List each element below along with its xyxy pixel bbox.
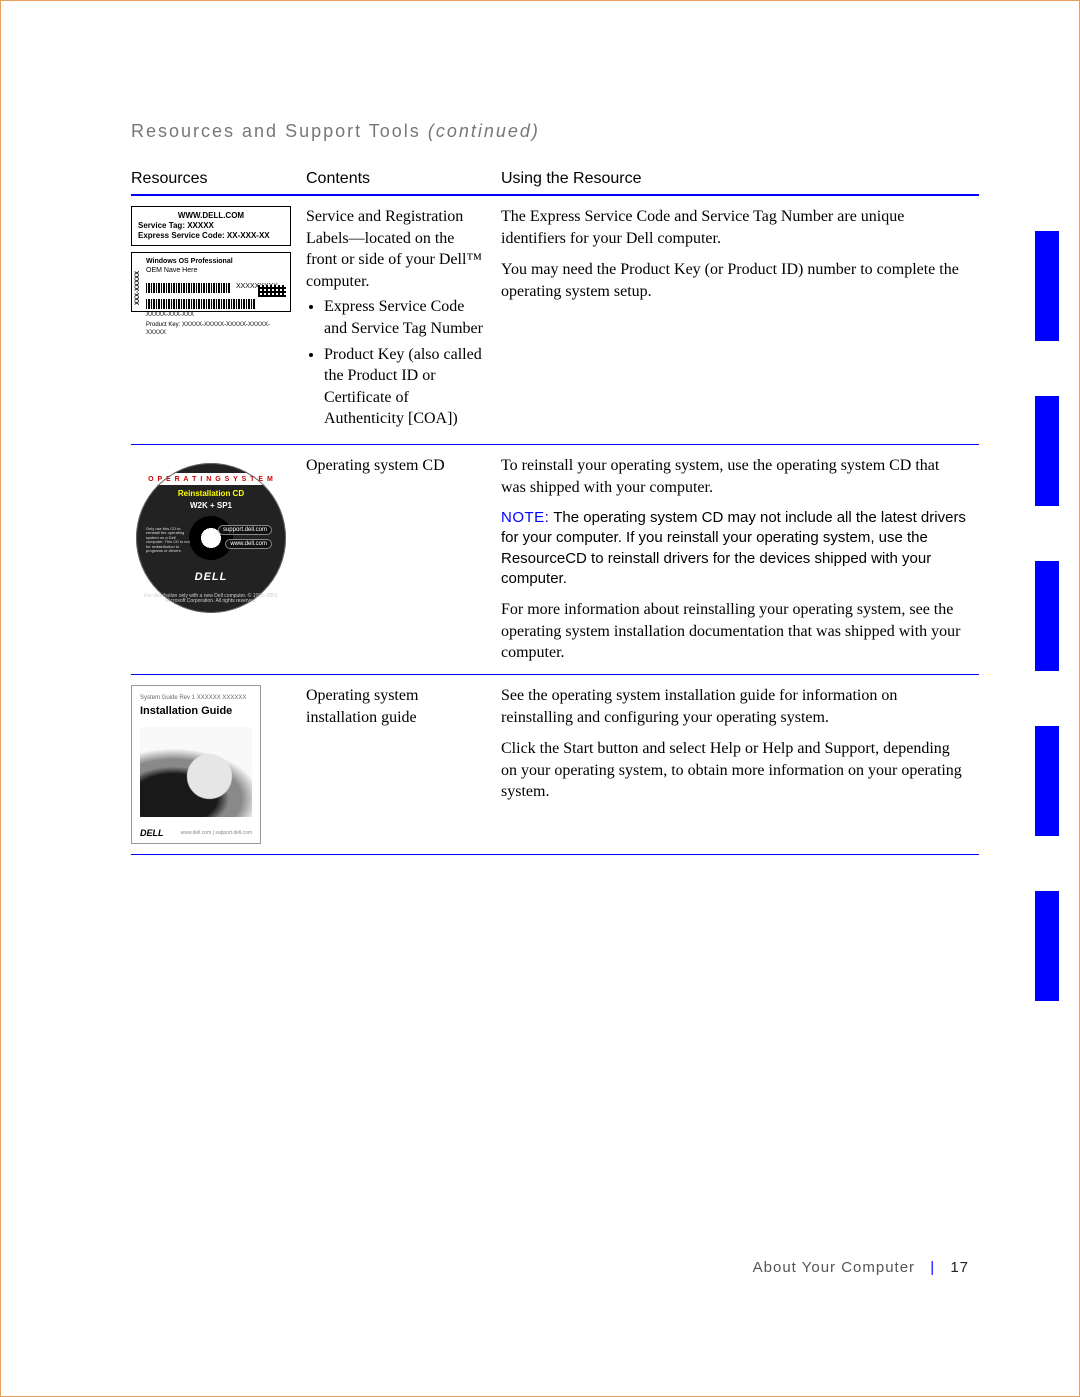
- using-text: For more information about reinstalling …: [501, 599, 967, 664]
- install-guide-graphic: System Guide Rev 1 XXXXXX XXXXXX Install…: [131, 685, 261, 844]
- resource-cell: System Guide Rev 1 XXXXXX XXXXXX Install…: [131, 674, 306, 854]
- table-row: WWW.DELL.COM Service Tag: XXXXX Express …: [131, 195, 979, 444]
- coa-side-text: XXX-XXXXX: [134, 271, 142, 305]
- cd-disc: O P E R A T I N G S Y S T E M Reinstalla…: [136, 463, 286, 613]
- os-cd-graphic: O P E R A T I N G S Y S T E M Reinstalla…: [131, 463, 291, 633]
- dell-logo: DELL: [140, 827, 164, 839]
- contents-cell: Service and Registration Labels—located …: [306, 195, 501, 444]
- coa-oem: OEM Nave Here: [146, 266, 286, 275]
- resource-cell: WWW.DELL.COM Service Tag: XXXXX Express …: [131, 195, 306, 444]
- using-text: To reinstall your operating system, use …: [501, 455, 967, 498]
- page-number: 17: [950, 1259, 969, 1276]
- coa-os-name: Windows OS Professional: [146, 257, 286, 266]
- label-express-code: Express Service Code: XX-XXX-XX: [138, 231, 284, 241]
- guide-links: www.dell.com | support.dell.com: [181, 830, 252, 837]
- col-header-using: Using the Resource: [501, 164, 979, 195]
- service-tag-label: WWW.DELL.COM Service Tag: XXXXX Express …: [131, 206, 291, 246]
- section-title-main: Resources and Support Tools: [131, 121, 421, 141]
- note: NOTE: The operating system CD may not in…: [501, 508, 967, 589]
- page-border: Resources and Support Tools (continued) …: [0, 0, 1080, 1397]
- using-text: Click the Start button and select Help o…: [501, 738, 967, 803]
- col-header-resources: Resources: [131, 164, 306, 195]
- guide-image: [140, 727, 252, 817]
- barcode-icon: [146, 299, 256, 309]
- footer-separator: |: [930, 1259, 935, 1276]
- using-text: See the operating system installation gu…: [501, 685, 967, 728]
- using-cell: The Express Service Code and Service Tag…: [501, 195, 979, 444]
- table-row: O P E R A T I N G S Y S T E M Reinstalla…: [131, 444, 979, 674]
- note-label: NOTE:: [501, 509, 549, 526]
- page-content: Resources and Support Tools (continued) …: [21, 21, 1059, 1376]
- side-tabs: [1035, 231, 1059, 1056]
- side-tab: [1035, 726, 1059, 836]
- resources-table: Resources Contents Using the Resource WW…: [131, 164, 979, 855]
- contents-intro: Service and Registration Labels—located …: [306, 208, 482, 290]
- service-labels-graphic: WWW.DELL.COM Service Tag: XXXXX Express …: [131, 206, 291, 312]
- side-tab: [1035, 891, 1059, 1001]
- side-tab: [1035, 231, 1059, 341]
- using-text: You may need the Product Key (or Product…: [501, 259, 967, 302]
- note-body: The operating system CD may not include …: [501, 509, 966, 587]
- coa-label: XXX-XXXXX Windows OS Professional OEM Na…: [131, 252, 291, 312]
- section-title-continued: (continued): [428, 121, 540, 141]
- contents-bullets: Express Service Code and Service Tag Num…: [306, 296, 489, 430]
- label-service-tag: Service Tag: XXXXX: [138, 221, 284, 231]
- using-cell: See the operating system installation gu…: [501, 674, 979, 854]
- contents-cell: Operating system installation guide: [306, 674, 501, 854]
- side-tab: [1035, 561, 1059, 671]
- using-cell: To reinstall your operating system, use …: [501, 444, 979, 674]
- coa-product-key: Product Key: XXXXX-XXXXX-XXXXX-XXXXX-XXX…: [146, 321, 286, 337]
- resource-cell: O P E R A T I N G S Y S T E M Reinstalla…: [131, 444, 306, 674]
- page-footer: About Your Computer | 17: [753, 1259, 969, 1276]
- qr-icon: [258, 285, 286, 297]
- section-title: Resources and Support Tools (continued): [131, 121, 979, 142]
- side-tab: [1035, 396, 1059, 506]
- using-text: The Express Service Code and Service Tag…: [501, 206, 967, 249]
- coa-sub: XXXXX-XXX-XXX: [146, 311, 286, 319]
- label-url: WWW.DELL.COM: [138, 211, 284, 221]
- col-header-contents: Contents: [306, 164, 501, 195]
- guide-title: Installation Guide: [140, 704, 252, 719]
- table-row: System Guide Rev 1 XXXXXX XXXXXX Install…: [131, 674, 979, 854]
- list-item: Product Key (also called the Product ID …: [324, 344, 489, 430]
- footer-section: About Your Computer: [753, 1259, 915, 1276]
- list-item: Express Service Code and Service Tag Num…: [324, 296, 489, 339]
- contents-cell: Operating system CD: [306, 444, 501, 674]
- barcode-icon: [146, 283, 231, 293]
- guide-top-line: System Guide Rev 1 XXXXXX XXXXXX: [140, 694, 252, 702]
